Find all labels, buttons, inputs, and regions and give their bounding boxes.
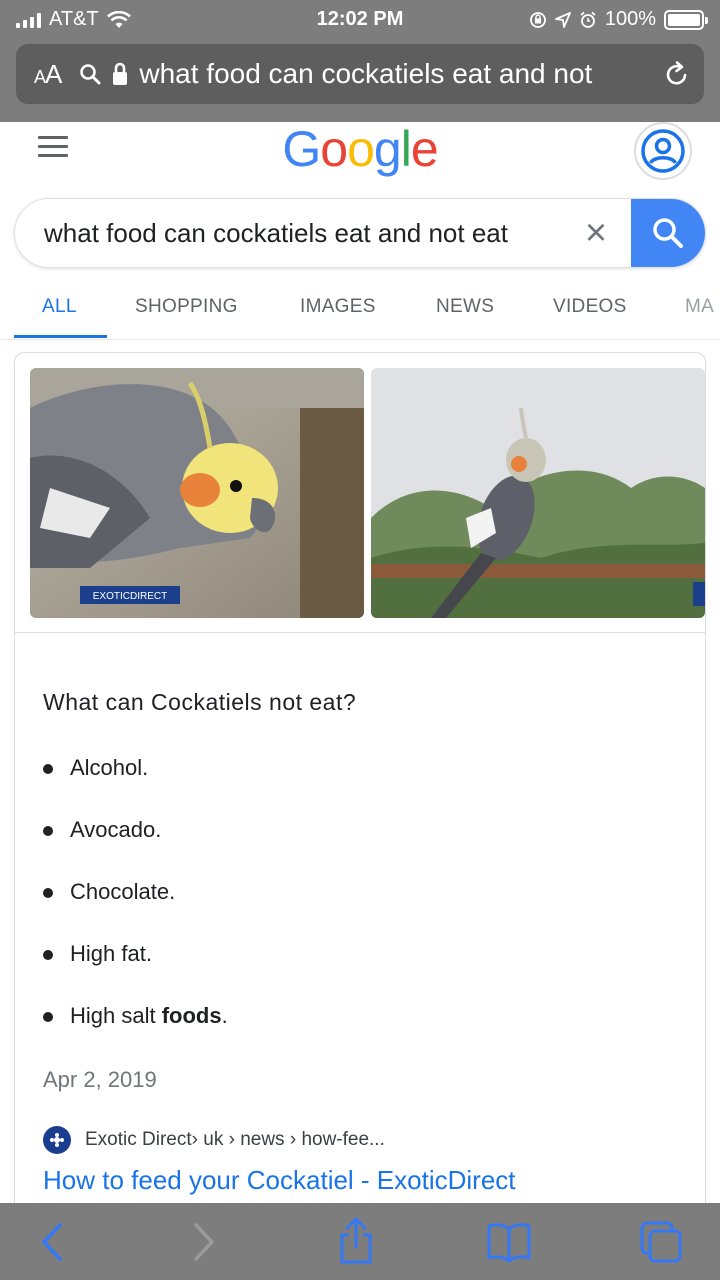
browser-chrome-top: AT&T 12:02 PM 100% AA what food can cock… xyxy=(0,0,720,122)
forward-icon[interactable] xyxy=(188,1221,218,1263)
alarm-icon xyxy=(580,11,596,28)
tab-all[interactable]: ALL xyxy=(42,296,77,318)
list-item: Avocado. xyxy=(43,815,228,877)
tab-videos[interactable]: VIDEOS xyxy=(553,296,627,318)
tab-shopping[interactable]: SHOPPING xyxy=(135,296,238,318)
logo-letter: o xyxy=(320,121,348,177)
google-header: Google xyxy=(0,120,720,188)
back-icon[interactable] xyxy=(38,1221,68,1263)
lock-icon xyxy=(113,62,128,85)
cockatiel-perch-image[interactable] xyxy=(371,368,705,618)
tab-more[interactable]: MA xyxy=(685,296,714,318)
google-logo[interactable]: Google xyxy=(0,120,720,178)
status-bar: AT&T 12:02 PM 100% xyxy=(0,0,720,38)
snippet-question: What can Cockatiels not eat? xyxy=(43,689,357,715)
battery-percent: 100% xyxy=(604,8,656,30)
snippet-list: Alcohol. Avocado. Chocolate. High fat. High … xyxy=(43,753,228,1063)
search-button[interactable] xyxy=(631,199,705,267)
location-icon xyxy=(554,11,571,28)
logo-letter: o xyxy=(347,121,375,177)
search-input[interactable]: what food can cockatiels eat and not eat xyxy=(15,218,561,249)
image-watermark: EXOTICDIRECT xyxy=(93,591,167,602)
result-source[interactable]: Exotic Direct › uk › news › how-fee... xyxy=(43,1126,385,1154)
cockatiel-eating-image[interactable]: EXOTICDIRECT xyxy=(30,368,364,618)
text-size-button[interactable]: AA xyxy=(34,59,62,90)
search-icon xyxy=(80,64,101,85)
source-name: Exotic Direct xyxy=(85,1129,192,1150)
browser-toolbar xyxy=(0,1203,720,1280)
tab-news[interactable]: NEWS xyxy=(436,296,494,318)
share-icon[interactable] xyxy=(336,1217,376,1265)
result-title-link[interactable]: How to feed your Cockatiel - ExoticDirec… xyxy=(43,1165,516,1196)
featured-snippet: EXOTICDIRECT What can Cockatiels not eat… xyxy=(14,352,706,1232)
logo-letter: l xyxy=(400,121,412,177)
reload-icon[interactable] xyxy=(662,59,692,89)
url-text: what food can cockatiels eat and not xyxy=(139,58,593,89)
list-item: High fat. xyxy=(43,939,228,1001)
tabs-icon[interactable] xyxy=(638,1219,684,1265)
list-item: High salt foods. xyxy=(43,1001,228,1063)
logo-letter: G xyxy=(282,121,321,177)
search-icon xyxy=(653,218,683,248)
tab-images[interactable]: IMAGES xyxy=(300,296,376,318)
account-icon[interactable] xyxy=(634,122,692,180)
snippet-date: Apr 2, 2019 xyxy=(43,1067,157,1092)
search-box: what food can cockatiels eat and not eat… xyxy=(14,198,706,268)
active-tab-indicator xyxy=(14,335,107,338)
orientation-lock-icon xyxy=(529,11,546,28)
snippet-images: EXOTICDIRECT xyxy=(15,353,705,633)
site-favicon-icon xyxy=(43,1126,71,1154)
battery-icon xyxy=(664,9,708,30)
search-tabs: ALL SHOPPING IMAGES NEWS VIDEOS MA xyxy=(0,280,720,340)
logo-letter: e xyxy=(410,121,439,177)
address-bar[interactable]: AA what food can cockatiels eat and not xyxy=(16,44,704,104)
bookmarks-icon[interactable] xyxy=(486,1221,532,1263)
list-item: Alcohol. xyxy=(43,753,228,815)
list-item: Chocolate. xyxy=(43,877,228,939)
clear-icon[interactable]: × xyxy=(561,199,631,267)
source-breadcrumb: › uk › news › how-fee... xyxy=(191,1129,385,1150)
logo-letter: g xyxy=(373,121,402,177)
